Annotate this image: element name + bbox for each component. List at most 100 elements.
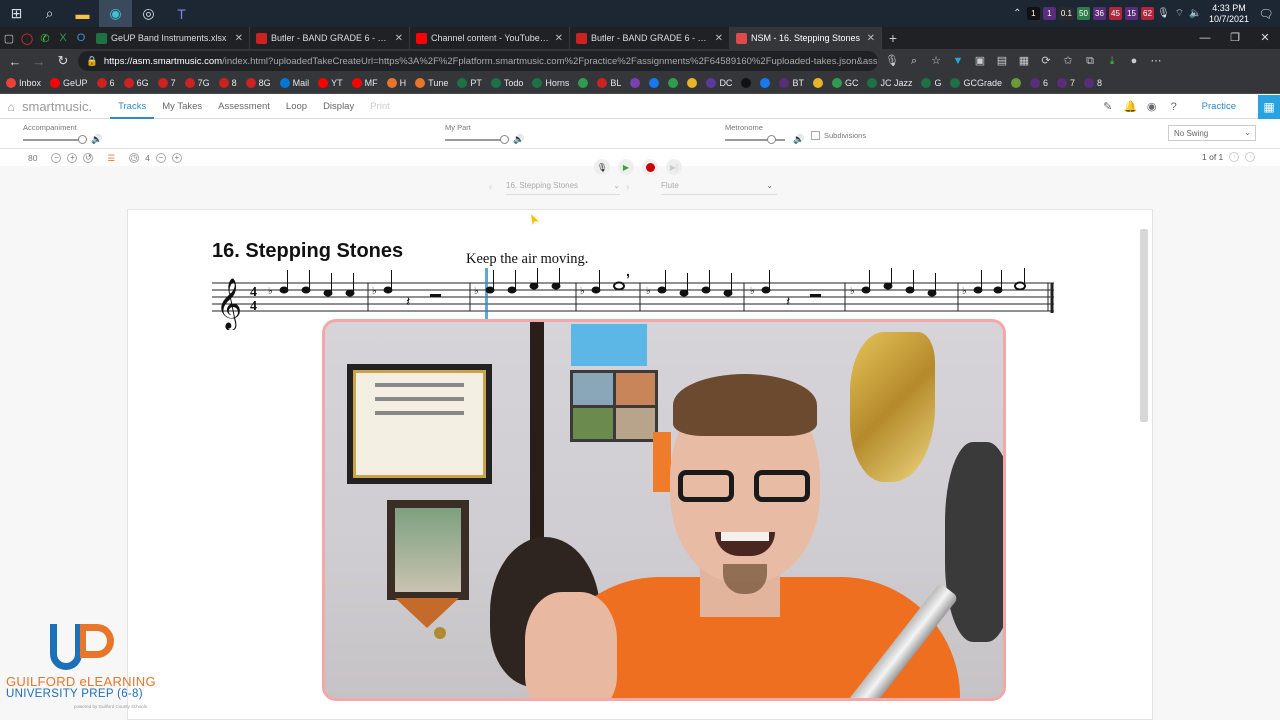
bookmark-item[interactable]: H [386,78,406,88]
bookmark-item[interactable]: GC [831,78,858,88]
phone-icon[interactable]: ✆ [36,27,54,49]
bookmark-item[interactable]: 7G [184,78,210,88]
extension-icon-2[interactable]: ▣ [972,53,988,69]
extension-icon-5[interactable]: ⟳ [1038,53,1054,69]
download-icon[interactable]: ⤓ [1104,53,1120,69]
microphone-icon[interactable]: 🎙 [884,53,900,69]
tab-close-icon[interactable]: ✕ [555,33,563,44]
tray-indicator[interactable]: 0.1 [1058,7,1074,20]
tempo-value[interactable]: 80 [28,153,37,163]
bookmark-item[interactable] [760,78,771,88]
webcam-video-overlay[interactable] [322,319,1006,701]
browser-tab[interactable]: Butler - BAND GRADE 6 - 6(A) ✕ [250,27,410,49]
bookmark-item[interactable]: 6 [96,78,115,88]
bookmark-item[interactable]: 8 [1084,78,1102,88]
extension-icon-1[interactable]: ▼ [950,53,966,69]
zoom-icon[interactable]: ⌕ [906,53,922,69]
speaker-icon[interactable]: 🔊 [513,134,524,145]
bookmark-item[interactable]: BL [597,78,621,88]
nav-tab-loop[interactable]: Loop [278,95,315,119]
new-tab-button[interactable]: + [882,27,904,49]
prev-page-button[interactable]: ‹ [1229,152,1240,162]
accompaniment-slider[interactable]: 🔊 [23,134,103,145]
tempo-reset-icon[interactable]: ↺ [83,153,94,163]
minimize-icon[interactable]: — [1190,27,1220,49]
skip-button[interactable]: ▶| [666,159,682,175]
nav-tab-assessment[interactable]: Assessment [210,95,278,119]
bookmark-item[interactable]: GeUP [50,78,88,88]
edge-icon[interactable]: ◉ [99,0,132,27]
tray-indicator[interactable]: 15 [1124,7,1138,20]
bookmark-item[interactable] [687,78,698,88]
bookmark-item[interactable]: 7 [1057,78,1075,88]
chevron-up-icon[interactable]: ⌃ [1011,8,1024,19]
forward-arrow-icon[interactable]: → [30,54,48,69]
apps-grid-icon[interactable]: ▦ [1258,94,1280,119]
count-in-value[interactable]: 4 [145,153,150,163]
play-button[interactable]: ▶ [618,159,634,175]
chrome-icon[interactable]: ◎ [132,0,165,27]
tab-close-icon[interactable]: ✕ [235,33,243,44]
tray-indicator[interactable]: 62 [1140,7,1154,20]
instrument-select[interactable]: Flute ⌄ [661,181,777,195]
opera-icon[interactable]: ◯ [18,27,36,49]
bookmark-item[interactable]: 8 [218,78,237,88]
tray-indicator[interactable]: 45 [1108,7,1122,20]
close-window-icon[interactable]: ✕ [1250,27,1280,49]
network-icon[interactable]: ⌔ [1173,7,1186,20]
speaker-icon[interactable]: 🔊 [793,134,804,145]
bookmark-item[interactable]: Horns [532,78,569,88]
bookmark-item[interactable]: DC [706,78,732,88]
bookmark-item[interactable]: BT [779,78,804,88]
bookmark-item[interactable]: 6 [1030,78,1048,88]
bookmark-item[interactable]: G [921,78,941,88]
bookmark-item[interactable] [630,78,641,88]
bookmark-item[interactable] [668,78,679,88]
subdivisions-toggle[interactable]: Subdivisions [811,131,866,140]
tempo-marks-icon[interactable]: ☰ [107,153,115,164]
favorites-icon[interactable]: ✩ [1060,53,1076,69]
bookmark-item[interactable]: MF [351,78,378,88]
pencil-icon[interactable]: ✎ [1102,100,1114,113]
bookmark-item[interactable]: YT [318,78,343,88]
browser-tab[interactable]: GeUP Band Instruments.xlsx ✕ [90,27,250,49]
next-piece-arrow-icon[interactable]: › [626,182,629,193]
record-button[interactable] [642,159,658,175]
file-explorer-icon[interactable]: ▬ [66,0,99,27]
collections-icon[interactable]: ⧉ [1082,53,1098,69]
taskbar-clock[interactable]: 4:33 PM 10/7/2021 [1209,3,1249,25]
nav-tab-my-takes[interactable]: My Takes [154,95,210,119]
browser-tab[interactable]: NSM - 16. Stepping Stones ✕ [730,27,882,49]
windows-start-icon[interactable]: ⊞ [0,0,33,27]
metronome-slider-handle[interactable] [767,135,776,144]
address-bar[interactable]: 🔒 https://asm.smartmusic.com/index.html?… [78,51,878,71]
nav-tab-tracks[interactable]: Tracks [110,95,155,119]
tray-indicator[interactable]: 50 [1076,7,1090,20]
back-arrow-icon[interactable]: ← [6,54,24,69]
bookmark-item[interactable]: Tune [415,78,448,88]
count-in-decrease-button[interactable]: − [155,153,166,163]
my-part-slider[interactable]: 🔊 [445,134,525,145]
user-icon[interactable]: ◉ [1146,100,1158,113]
tab-close-icon[interactable]: ✕ [395,33,403,44]
nav-tab-display[interactable]: Display [315,95,362,119]
tray-indicator[interactable]: 1 [1042,7,1056,20]
tab-close-icon[interactable]: ✕ [867,33,875,44]
metronome-slider[interactable]: 🔊 [725,134,805,145]
extension-icon-4[interactable]: ▦ [1016,53,1032,69]
search-icon[interactable]: ⌕ [33,0,66,27]
browser-tab[interactable]: Butler - BAND GRADE 6 - 6(A) ✕ [570,27,730,49]
practice-button[interactable]: Practice [1190,95,1248,119]
bookmark-item[interactable]: 8G [245,78,271,88]
outlook-icon[interactable]: O [72,27,90,49]
teams-icon[interactable]: T [165,0,198,27]
piece-select[interactable]: 16. Stepping Stones ⌄ [506,181,620,195]
browser-tab[interactable]: Channel content - YouTube Studio ✕ [410,27,570,49]
smartmusic-logo[interactable]: smartmusic. [22,99,92,114]
bookmark-item[interactable] [1011,78,1021,88]
bookmark-item[interactable]: Inbox [6,78,41,88]
accompaniment-slider-handle[interactable] [78,135,87,144]
count-in-icon[interactable]: ◷ [129,153,140,163]
profile-avatar[interactable]: ● [1126,53,1142,69]
subdivisions-checkbox[interactable] [811,131,820,140]
